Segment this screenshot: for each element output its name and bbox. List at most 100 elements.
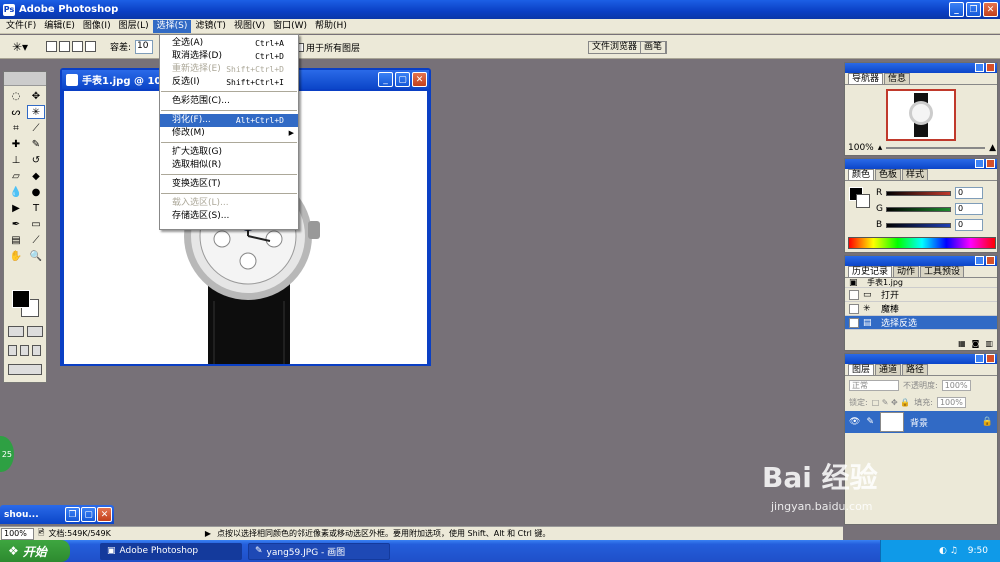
select-menu-item[interactable]: 选取相似(R) xyxy=(160,159,298,172)
channel-g-value[interactable]: 0 xyxy=(955,203,983,215)
tab-paths[interactable]: 路径 xyxy=(902,364,929,375)
notes-tool-icon[interactable]: ▤ xyxy=(7,233,25,247)
menu-image[interactable]: 图像(I) xyxy=(79,20,115,33)
bucket-tool-icon[interactable]: ◆ xyxy=(27,169,45,183)
type-tool-icon[interactable]: T xyxy=(27,201,45,215)
dodge-tool-icon[interactable]: ● xyxy=(27,185,45,199)
file-browser-tab[interactable]: 文件浏览器 xyxy=(589,42,642,53)
eraser-tool-icon[interactable]: ▱ xyxy=(7,169,25,183)
path-select-icon[interactable]: ▶ xyxy=(7,201,25,215)
zoom-tool-icon[interactable]: 🔍 xyxy=(27,249,45,263)
panel-minimize-icon[interactable] xyxy=(975,63,984,72)
shape-tool-icon[interactable]: ▭ xyxy=(27,217,45,231)
brush-link-icon[interactable]: ✎ xyxy=(866,417,874,427)
lasso-tool-icon[interactable]: ᔕ xyxy=(7,105,25,119)
channel-g-slider[interactable] xyxy=(886,206,951,212)
select-menu-item[interactable]: 存储选区(S)... xyxy=(160,210,298,223)
tab-navigator[interactable]: 导航器 xyxy=(848,73,884,84)
maximize-button[interactable]: ▢ xyxy=(81,507,96,522)
blur-tool-icon[interactable]: 💧 xyxy=(7,185,25,199)
select-menu-item[interactable]: 全选(A) Ctrl+A xyxy=(160,37,298,50)
history-snapshot[interactable]: ▣ 手表1.jpg xyxy=(845,278,997,288)
move-tool-icon[interactable]: ✥ xyxy=(27,89,45,103)
history-source-checkbox[interactable] xyxy=(849,317,859,328)
panel-minimize-icon[interactable] xyxy=(975,159,984,168)
close-button[interactable]: ✕ xyxy=(97,507,112,522)
panel-minimize-icon[interactable] xyxy=(975,256,984,265)
panel-close-icon[interactable] xyxy=(986,63,995,72)
restore-button[interactable]: ❐ xyxy=(65,507,80,522)
color-panel-titlebar[interactable] xyxy=(845,159,997,169)
taskbar-item-photoshop[interactable]: ▣ Adobe Photoshop xyxy=(100,542,242,560)
history-item[interactable]: ▭ 打开 xyxy=(845,288,997,302)
history-brush-icon[interactable]: ↺ xyxy=(27,153,45,167)
layers-panel-titlebar[interactable] xyxy=(845,354,997,364)
fill-input[interactable]: 100% xyxy=(936,397,966,408)
history-source-checkbox[interactable] xyxy=(849,303,859,314)
doc-minimize-button[interactable]: _ xyxy=(378,72,393,87)
blend-mode-select[interactable]: 正常 xyxy=(849,380,899,391)
menu-view[interactable]: 视图(V) xyxy=(230,20,269,33)
channel-r-value[interactable]: 0 xyxy=(955,187,983,199)
zoom-slider[interactable] xyxy=(886,147,986,149)
history-source-checkbox[interactable] xyxy=(849,289,859,300)
all-layers-option[interactable]: 用于所有图层 xyxy=(295,41,360,54)
history-item[interactable]: ✳ 魔棒 xyxy=(845,302,997,316)
healing-brush-icon[interactable]: ✚ xyxy=(7,137,25,151)
panel-close-icon[interactable] xyxy=(986,159,995,168)
camera-icon[interactable]: ◙ xyxy=(972,339,980,348)
status-doc-info[interactable]: 文档:549K/549K xyxy=(48,528,110,539)
taskbar-item-paint[interactable]: ✎ yang59.JPG - 画图 xyxy=(248,542,390,560)
minimized-document[interactable]: shou... ❐ ▢ ✕ xyxy=(0,505,114,524)
doc-maximize-button[interactable]: ▢ xyxy=(395,72,410,87)
brush-tool-icon[interactable]: ✎ xyxy=(27,137,45,151)
zoom-out-icon[interactable]: ▴ xyxy=(878,143,883,153)
panel-minimize-icon[interactable] xyxy=(975,354,984,363)
tab-info[interactable]: 信息 xyxy=(884,73,911,84)
eyedropper-icon[interactable]: ⟋ xyxy=(27,233,45,247)
quickmask-mode-icon[interactable] xyxy=(27,326,43,337)
channel-r-slider[interactable] xyxy=(886,190,951,196)
maximize-button[interactable]: ❐ xyxy=(966,2,981,17)
screen-mode-2-icon[interactable] xyxy=(20,345,29,356)
magic-wand-icon[interactable]: ✳▾ xyxy=(12,40,40,54)
magic-wand-tool-icon[interactable]: ✳ xyxy=(27,105,45,119)
channel-b-value[interactable]: 0 xyxy=(955,219,983,231)
intersect-selection-icon[interactable] xyxy=(85,41,96,52)
opacity-input[interactable]: 100% xyxy=(941,380,971,391)
menu-select[interactable]: 选择(S) xyxy=(152,19,192,33)
status-arrow-icon[interactable]: 🖻 xyxy=(38,527,44,541)
menu-window[interactable]: 窗口(W) xyxy=(269,20,311,33)
menu-filter[interactable]: 滤镜(T) xyxy=(191,20,230,33)
crop-tool-icon[interactable]: ⌗ xyxy=(7,121,25,135)
clone-stamp-icon[interactable]: ⊥ xyxy=(7,153,25,167)
panel-close-icon[interactable] xyxy=(986,354,995,363)
select-menu-item[interactable]: 变换选区(T) xyxy=(160,178,298,191)
select-menu-item[interactable]: 反选(I) Shift+Ctrl+I xyxy=(160,76,298,89)
screen-mode-3-icon[interactable] xyxy=(32,345,41,356)
eye-icon[interactable]: 👁 xyxy=(849,417,860,427)
select-menu-item[interactable]: 色彩范围(C)... xyxy=(160,95,298,108)
hand-tool-icon[interactable]: ✋ xyxy=(7,249,25,263)
navigator-zoom-value[interactable]: 100% xyxy=(848,143,874,153)
minimize-button[interactable]: _ xyxy=(949,2,964,17)
pen-tool-icon[interactable]: ✒ xyxy=(7,217,25,231)
tab-layers[interactable]: 图层 xyxy=(848,364,875,375)
tab-color[interactable]: 颜色 xyxy=(848,169,875,180)
side-badge[interactable]: 25 xyxy=(0,436,14,472)
standard-mode-icon[interactable] xyxy=(8,326,24,337)
jump-to-imageready-icon[interactable] xyxy=(8,364,42,375)
select-menu-item[interactable]: 扩大选取(G) xyxy=(160,146,298,159)
tab-channels[interactable]: 通道 xyxy=(875,364,902,375)
navigator-panel-titlebar[interactable] xyxy=(845,63,997,73)
slice-tool-icon[interactable]: ⟋ xyxy=(27,121,45,135)
tab-tool-presets[interactable]: 工具预设 xyxy=(920,266,965,277)
screen-mode-1-icon[interactable] xyxy=(8,345,17,356)
history-item-selected[interactable]: ▤ 选择反选 xyxy=(845,316,997,330)
tab-swatches[interactable]: 色板 xyxy=(875,169,902,180)
foreground-color-swatch[interactable] xyxy=(12,290,30,308)
channel-b-slider[interactable] xyxy=(886,222,951,228)
add-selection-icon[interactable] xyxy=(59,41,70,52)
marquee-tool-icon[interactable]: ◌ xyxy=(7,89,25,103)
subtract-selection-icon[interactable] xyxy=(72,41,83,52)
